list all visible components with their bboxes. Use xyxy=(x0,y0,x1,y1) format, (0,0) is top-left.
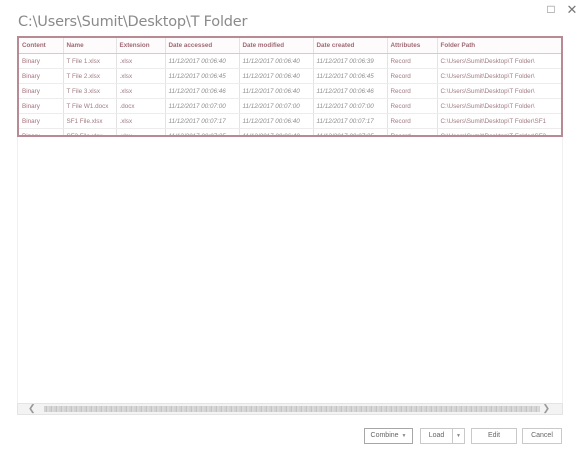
cell-attributes[interactable]: Record xyxy=(387,98,438,114)
scroll-right-icon[interactable]: ❯ xyxy=(542,403,550,414)
cell-date-accessed: 11/12/2017 00:07:35 xyxy=(165,128,240,135)
load-dropdown-chevron-icon[interactable]: ▼ xyxy=(452,428,465,444)
cell-content[interactable]: Binary xyxy=(19,83,64,99)
cell-date-created: 11/12/2017 00:07:17 xyxy=(313,113,388,129)
load-button[interactable]: Load xyxy=(420,428,453,444)
cell-folder-path: C:\Users\Sumit\Desktop\T Folder\ xyxy=(437,83,561,99)
preview-area xyxy=(17,137,563,403)
cell-date-accessed: 11/12/2017 00:06:46 xyxy=(165,83,240,99)
column-header-date-created[interactable]: Date created xyxy=(313,38,388,54)
table-row[interactable]: Binary T File 2.xlsx .xlsx 11/12/2017 00… xyxy=(19,68,561,84)
cell-date-modified: 11/12/2017 00:07:00 xyxy=(239,98,314,114)
cell-attributes[interactable]: Record xyxy=(387,128,438,135)
cell-date-accessed: 11/12/2017 00:06:40 xyxy=(165,53,240,69)
cell-date-created: 11/12/2017 00:07:35 xyxy=(313,128,388,135)
close-icon[interactable]: ✕ xyxy=(563,2,581,18)
cell-date-created: 11/12/2017 00:06:46 xyxy=(313,83,388,99)
cell-extension: .xlsx xyxy=(116,113,166,129)
table-header-row: Content Name Extension Date accessed Dat… xyxy=(19,38,561,54)
column-header-date-modified[interactable]: Date modified xyxy=(239,38,314,54)
column-header-extension[interactable]: Extension xyxy=(116,38,166,54)
cell-date-modified: 11/12/2017 00:06:40 xyxy=(239,83,314,99)
cell-extension: .xlsx xyxy=(116,68,166,84)
table-row[interactable]: Binary SF1 File.xlsx .xlsx 11/12/2017 00… xyxy=(19,113,561,129)
table-row[interactable]: Binary SF2 File.xlsx .xlsx 11/12/2017 00… xyxy=(19,128,561,135)
cancel-button[interactable]: Cancel xyxy=(522,428,562,444)
cell-name: T File 3.xlsx xyxy=(63,83,117,99)
cell-attributes[interactable]: Record xyxy=(387,53,438,69)
cell-extension: .docx xyxy=(116,98,166,114)
column-header-attributes[interactable]: Attributes xyxy=(387,38,438,54)
cell-folder-path: C:\Users\Sumit\Desktop\T Folder\ xyxy=(437,68,561,84)
cell-date-modified: 11/12/2017 00:06:40 xyxy=(239,128,314,135)
cell-name: T File W1.docx xyxy=(63,98,117,114)
cell-date-modified: 11/12/2017 00:06:40 xyxy=(239,113,314,129)
column-header-date-accessed[interactable]: Date accessed xyxy=(165,38,240,54)
cell-name: T File 1.xlsx xyxy=(63,53,117,69)
cell-content[interactable]: Binary xyxy=(19,98,64,114)
folder-path-title: C:\Users\Sumit\Desktop\T Folder xyxy=(18,14,248,30)
cell-attributes[interactable]: Record xyxy=(387,83,438,99)
file-table-frame: Content Name Extension Date accessed Dat… xyxy=(17,36,563,137)
edit-button[interactable]: Edit xyxy=(471,428,517,444)
combine-button[interactable]: Combine ▼ xyxy=(364,428,413,444)
cell-name: SF1 File.xlsx xyxy=(63,113,117,129)
cell-content[interactable]: Binary xyxy=(19,128,64,135)
cell-folder-path: C:\Users\Sumit\Desktop\T Folder\SF1 xyxy=(437,113,561,129)
file-table: Content Name Extension Date accessed Dat… xyxy=(19,38,561,135)
scroll-left-icon[interactable]: ❮ xyxy=(28,403,36,414)
combine-button-label: Combine xyxy=(370,432,399,439)
cell-attributes[interactable]: Record xyxy=(387,68,438,84)
column-header-name[interactable]: Name xyxy=(63,38,117,54)
cell-content[interactable]: Binary xyxy=(19,68,64,84)
cell-date-created: 11/12/2017 00:07:00 xyxy=(313,98,388,114)
cell-content[interactable]: Binary xyxy=(19,113,64,129)
chevron-down-icon: ▼ xyxy=(401,433,407,439)
cell-date-accessed: 11/12/2017 00:07:17 xyxy=(165,113,240,129)
cell-extension: .xlsx xyxy=(116,128,166,135)
horizontal-scrollbar[interactable]: ❮ ❯ xyxy=(17,403,563,415)
cell-name: SF2 File.xlsx xyxy=(63,128,117,135)
cell-date-created: 11/12/2017 00:06:39 xyxy=(313,53,388,69)
cell-content[interactable]: Binary xyxy=(19,53,64,69)
table-row[interactable]: Binary T File 1.xlsx .xlsx 11/12/2017 00… xyxy=(19,53,561,69)
cell-folder-path: C:\Users\Sumit\Desktop\T Folder\ xyxy=(437,98,561,114)
table-row[interactable]: Binary T File 3.xlsx .xlsx 11/12/2017 00… xyxy=(19,83,561,99)
cell-date-modified: 11/12/2017 00:06:40 xyxy=(239,68,314,84)
cell-attributes[interactable]: Record xyxy=(387,113,438,129)
cell-folder-path: C:\Users\Sumit\Desktop\T Folder\SF2 xyxy=(437,128,561,135)
cell-date-accessed: 11/12/2017 00:07:00 xyxy=(165,98,240,114)
cell-date-created: 11/12/2017 00:06:45 xyxy=(313,68,388,84)
cell-extension: .xlsx xyxy=(116,83,166,99)
cell-extension: .xlsx xyxy=(116,53,166,69)
column-header-content[interactable]: Content xyxy=(19,38,64,54)
cell-name: T File 2.xlsx xyxy=(63,68,117,84)
scrollbar-thumb[interactable] xyxy=(44,406,540,412)
cell-date-modified: 11/12/2017 00:06:40 xyxy=(239,53,314,69)
cell-folder-path: C:\Users\Sumit\Desktop\T Folder\ xyxy=(437,53,561,69)
column-header-folder-path[interactable]: Folder Path xyxy=(437,38,561,54)
maximize-icon[interactable]: □ xyxy=(542,2,560,16)
table-row[interactable]: Binary T File W1.docx .docx 11/12/2017 0… xyxy=(19,98,561,114)
cell-date-accessed: 11/12/2017 00:06:45 xyxy=(165,68,240,84)
